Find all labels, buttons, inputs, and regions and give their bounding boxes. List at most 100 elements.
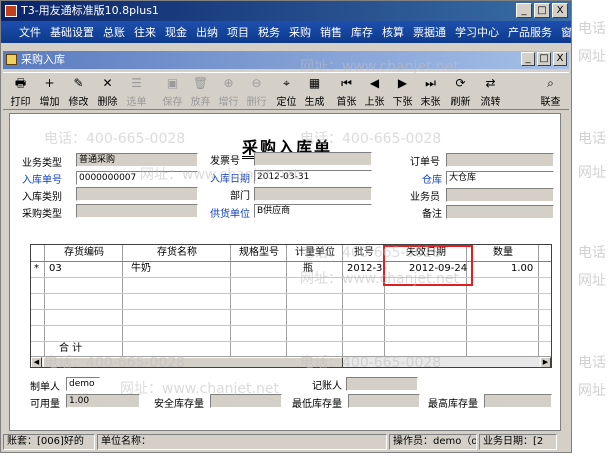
subwindow-maximize-button[interactable]: □	[537, 52, 551, 66]
toolbar-button-next[interactable]: ▶ 下张	[389, 76, 416, 108]
label-business-type: 业务类型	[22, 158, 62, 169]
header-qty[interactable]: 数量	[467, 245, 539, 261]
toolbar-button-refresh[interactable]: ⟳ 刷新	[447, 76, 474, 108]
menu-products[interactable]: 产品服务	[508, 24, 552, 40]
window-titlebar[interactable]: T3-用友通标准版10.8plus1 _ □ X	[1, 1, 571, 21]
close-button[interactable]: X	[552, 3, 568, 18]
invoice-no-field[interactable]	[254, 152, 372, 166]
cell-name[interactable]: 牛奶	[131, 262, 151, 276]
toolbar-button-flow[interactable]: ⇄ 流转	[477, 76, 504, 108]
scroll-right-arrow-icon[interactable]: ▶	[540, 357, 551, 367]
purchase-type-field[interactable]	[76, 204, 198, 218]
toolbar-button-edit[interactable]: ✎ 修改	[65, 76, 92, 108]
menu-costing[interactable]: 核算	[382, 24, 404, 40]
subwindow-close-button[interactable]: X	[553, 52, 567, 66]
subwindow-minimize-button[interactable]: _	[521, 52, 535, 66]
status-account: 账套：[006]好的	[3, 434, 95, 450]
menu-inventory[interactable]: 库存	[351, 24, 373, 40]
watermark-side-site: 网址	[578, 165, 606, 181]
cell-qty[interactable]: 1.00	[511, 262, 533, 276]
max-stock-field	[484, 394, 552, 408]
prev-icon: ◀	[369, 76, 380, 90]
watermark-side-phone: 电话	[578, 21, 606, 37]
menu-learning[interactable]: 学习中心	[455, 24, 499, 40]
remark-field[interactable]	[446, 205, 554, 219]
toolbar-button-select[interactable]: ☰ 选单	[123, 76, 150, 108]
expiry-date-highlight	[383, 245, 473, 286]
toolbar-button-locate[interactable]: ⌖ 定位	[273, 76, 300, 108]
menu-basic-settings[interactable]: 基础设置	[50, 24, 94, 40]
subwindow-titlebar[interactable]: 采购入库 _ □ X	[3, 51, 569, 69]
scroll-left-arrow-icon[interactable]: ◀	[31, 357, 42, 367]
menu-sales[interactable]: 销售	[320, 24, 342, 40]
toolbar-button-printer[interactable]: 🖶 打印	[7, 76, 34, 108]
toolbar-button-label: 首张	[336, 97, 357, 108]
menu-project[interactable]: 项目	[227, 24, 249, 40]
receipt-date-field[interactable]: 2012-03-31	[254, 170, 372, 184]
edit-icon: ✎	[73, 76, 84, 90]
cell-unit[interactable]: 瓶	[303, 262, 313, 276]
order-no-field[interactable]	[446, 153, 554, 167]
document-icon	[6, 54, 17, 65]
maximize-button[interactable]: □	[534, 3, 550, 18]
toolbar-button-label: 联查	[540, 97, 561, 108]
main-window: T3-用友通标准版10.8plus1 _ □ X 文件 基础设置 总账 往来 现…	[0, 0, 572, 453]
salesperson-field[interactable]	[446, 188, 554, 202]
header-unit[interactable]: 计量单位	[287, 245, 343, 261]
menu-bills[interactable]: 票据通	[413, 24, 446, 40]
warehouse-field[interactable]: 大仓库	[446, 171, 554, 185]
business-type-field[interactable]: 普通采购	[76, 153, 198, 167]
toolbar-button-label: 删行	[246, 97, 267, 108]
toolbar-button-discard[interactable]: 🗑 放弃	[187, 76, 214, 108]
receipt-category-field[interactable]	[76, 187, 198, 201]
toolbar-button-query[interactable]: ⌕ 联查	[537, 76, 564, 108]
watermark-side-site: 网址	[578, 383, 606, 399]
header-name[interactable]: 存货名称	[123, 245, 231, 261]
scroll-thumb[interactable]	[43, 357, 343, 367]
maker-field: demo	[66, 377, 100, 391]
header-batch[interactable]: 批号	[343, 245, 385, 261]
printer-icon: 🖶	[14, 76, 27, 90]
menu-cash[interactable]: 现金	[165, 24, 187, 40]
toolbar-button-label: 末张	[420, 97, 441, 108]
label-purchase-type: 采购类型	[22, 209, 62, 220]
menu-ledger[interactable]: 总账	[103, 24, 125, 40]
header-divider	[31, 261, 551, 262]
toolbar-button-label: 删除	[97, 97, 118, 108]
toolbar-button-last[interactable]: ⏭ 末张	[417, 76, 444, 108]
toolbar-button-delete[interactable]: ✕ 删除	[94, 76, 121, 108]
menu-file[interactable]: 文件	[19, 24, 41, 40]
department-field[interactable]	[254, 187, 372, 201]
safety-stock-field	[210, 394, 282, 408]
menu-cashier[interactable]: 出纳	[196, 24, 218, 40]
toolbar-button-label: 上张	[364, 97, 385, 108]
toolbar-button-label: 放弃	[190, 97, 211, 108]
toolbar-button-save[interactable]: ▣ 保存	[159, 76, 186, 108]
horizontal-scrollbar[interactable]: ◀ ▶	[31, 356, 551, 367]
generate-icon: ▦	[308, 76, 321, 90]
label-warehouse: 仓库	[422, 175, 442, 186]
cell-batch[interactable]: 2012-3-	[347, 262, 386, 276]
menu-purchase[interactable]: 采购	[289, 24, 311, 40]
toolbar-button-add-row[interactable]: ⊕ 增行	[215, 76, 242, 108]
toolbar-button-generate[interactable]: ▦ 生成	[301, 76, 328, 108]
header-spec[interactable]: 规格型号	[231, 245, 287, 261]
bookkeeper-field	[346, 377, 418, 391]
minimize-button[interactable]: _	[516, 3, 532, 18]
toolbar-button-first[interactable]: ⏮ 首张	[333, 76, 360, 108]
toolbar-button-prev[interactable]: ◀ 上张	[361, 76, 388, 108]
toolbar-button-add[interactable]: + 增加	[36, 76, 63, 108]
menu-accounts[interactable]: 往来	[134, 24, 156, 40]
header-code[interactable]: 存货编码	[45, 245, 123, 261]
menu-window[interactable]: 窗	[561, 24, 572, 40]
window-controls: _ □ X	[516, 3, 568, 18]
form-area: 采购入库单 业务类型 普通采购 发票号 订单号 入库单号 0000000007 …	[9, 113, 561, 431]
status-operator: 操作员：demo（d	[389, 434, 477, 450]
toolbar-button-delete-row[interactable]: ⊖ 删行	[243, 76, 270, 108]
supplier-field[interactable]: B供应商	[254, 204, 372, 218]
cell-code[interactable]: 03	[49, 262, 62, 276]
menu-tax[interactable]: 税务	[258, 24, 280, 40]
min-stock-field	[348, 394, 420, 408]
toolbar-button-label: 打印	[10, 97, 31, 108]
receipt-no-field[interactable]: 0000000007	[76, 171, 198, 185]
